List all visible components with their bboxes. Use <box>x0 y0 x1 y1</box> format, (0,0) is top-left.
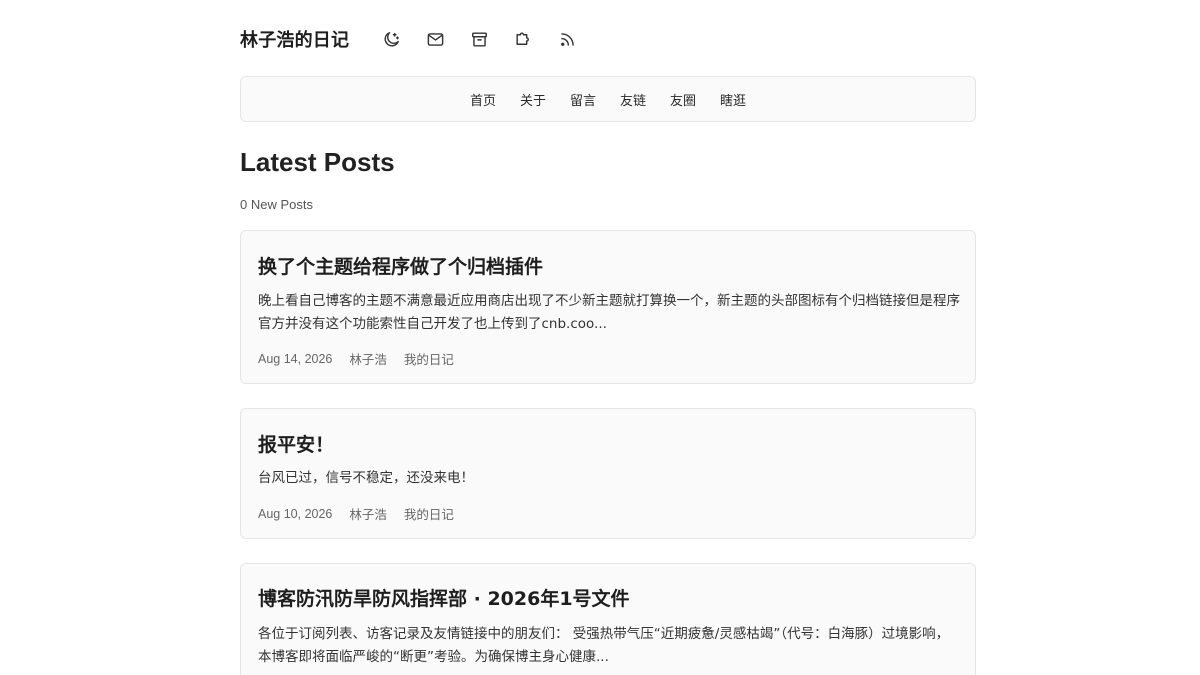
nav-item-friends-circle[interactable]: 友圈 <box>670 90 696 109</box>
archive-icon[interactable] <box>457 23 501 55</box>
nav-item-random[interactable]: 瞎逛 <box>720 90 746 109</box>
post-title[interactable]: 报平安！ <box>258 430 334 457</box>
post-author: 林子浩 <box>349 507 387 522</box>
post-category[interactable]: 我的日记 <box>404 349 454 368</box>
page-title: Latest Posts <box>240 147 395 177</box>
post-card: 换了个主题给程序做了个归档插件 晚上看自己博客的主题不满意最近应用商店出现了不少… <box>240 230 976 384</box>
post-date: Aug 14, 2026 <box>258 351 333 366</box>
post-excerpt: 台风已过，信号不稳定，还没来电！ <box>258 470 474 486</box>
nav-item-links[interactable]: 友链 <box>620 90 646 109</box>
post-date: Aug 10, 2026 <box>258 506 333 521</box>
post-author: 林子浩 <box>349 352 387 367</box>
rss-icon[interactable] <box>545 23 589 55</box>
main-nav: 首页 关于 留言 友链 友圈 瞎逛 <box>240 76 976 122</box>
post-meta: Aug 10, 2026 林子浩 我的日记 <box>258 504 471 523</box>
moon-icon[interactable] <box>369 23 413 55</box>
post-excerpt: 各位于订阅列表、访客记录及友情链接中的朋友们： 受强热带气压“近期疲惫/灵感枯竭… <box>258 626 950 665</box>
post-meta: Aug 14, 2026 林子浩 我的日记 <box>258 349 471 368</box>
post-category[interactable]: 我的日记 <box>404 504 454 523</box>
post-title[interactable]: 换了个主题给程序做了个归档插件 <box>258 252 543 279</box>
site-title[interactable]: 林子浩的日记 <box>240 26 349 52</box>
mail-icon[interactable] <box>413 23 457 55</box>
site-header: 林子浩的日记 <box>240 22 589 56</box>
post-card: 报平安！ 台风已过，信号不稳定，还没来电！ Aug 10, 2026 林子浩 我… <box>240 408 976 539</box>
post-excerpt: 晚上看自己博客的主题不满意最近应用商店出现了不少新主题就打算换一个，新主题的头部… <box>258 293 960 332</box>
nav-item-home[interactable]: 首页 <box>470 90 496 109</box>
header-icons <box>369 23 589 55</box>
new-posts-count: 0 New Posts <box>240 197 313 212</box>
puzzle-icon[interactable] <box>501 23 545 55</box>
post-title[interactable]: 博客防汛防旱防风指挥部 · 2026年1号文件 <box>258 584 630 611</box>
nav-item-about[interactable]: 关于 <box>520 90 546 109</box>
nav-item-guestbook[interactable]: 留言 <box>570 90 596 109</box>
post-card: 博客防汛防旱防风指挥部 · 2026年1号文件 各位于订阅列表、访客记录及友情链… <box>240 563 976 675</box>
